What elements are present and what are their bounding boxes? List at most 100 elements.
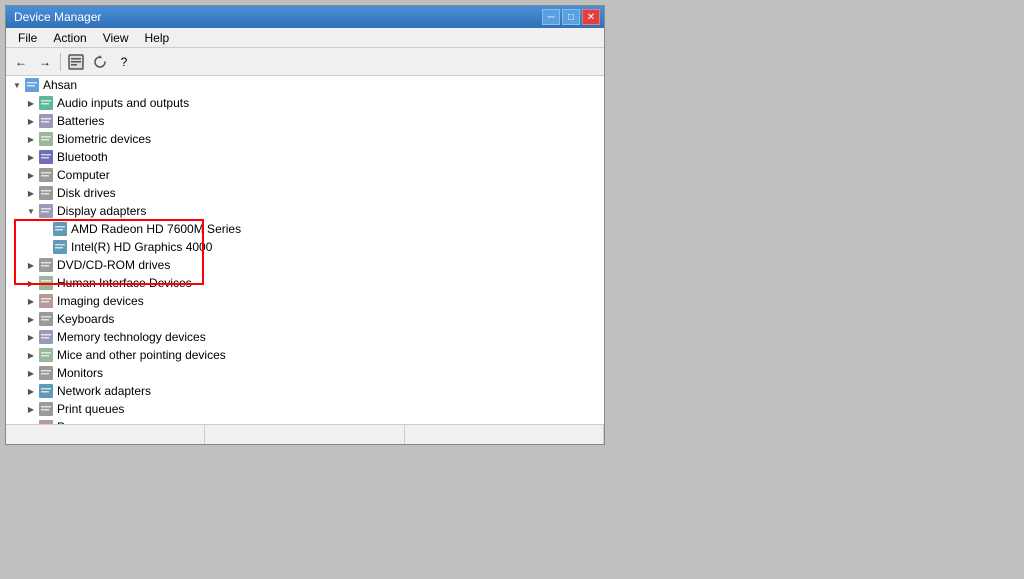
window-controls: ─ □ ✕ (542, 9, 600, 25)
node-icon-batteries (38, 113, 54, 129)
node-label-batteries: Batteries (57, 114, 104, 128)
node-icon-mice (38, 347, 54, 363)
node-icon-intel (52, 239, 68, 255)
status-bar (6, 424, 604, 444)
expand-icon-biometric[interactable]: ▶ (24, 132, 38, 146)
tree-item-displayadapters[interactable]: ▼ Display adapters (6, 202, 604, 220)
toolbar-separator (60, 53, 61, 71)
expand-icon-ahsan[interactable]: ▼ (10, 78, 24, 92)
back-button[interactable]: ← (10, 51, 32, 73)
tree-item-monitors[interactable]: ▶ Monitors (6, 364, 604, 382)
node-icon-audio (38, 95, 54, 111)
tree-item-keyboards[interactable]: ▶ Keyboards (6, 310, 604, 328)
expand-icon-amd[interactable] (38, 222, 52, 236)
tree-scroll[interactable]: ▼ Ahsan ▶ Audio inputs and outputs ▶ Batterie… (6, 76, 604, 424)
node-label-displayadapters: Display adapters (57, 204, 146, 218)
expand-icon-audio[interactable]: ▶ (24, 96, 38, 110)
tree-item-ahsan[interactable]: ▼ Ahsan (6, 76, 604, 94)
minimize-button[interactable]: ─ (542, 9, 560, 25)
node-icon-computer (38, 167, 54, 183)
node-icon-diskdrives (38, 185, 54, 201)
node-label-network: Network adapters (57, 384, 151, 398)
forward-button[interactable]: → (34, 51, 56, 73)
node-icon-memory (38, 329, 54, 345)
node-label-computer: Computer (57, 168, 110, 182)
tree-item-biometric[interactable]: ▶ Biometric devices (6, 130, 604, 148)
tree-item-processors[interactable]: ▶ Processors (6, 418, 604, 424)
node-label-biometric: Biometric devices (57, 132, 151, 146)
menu-action[interactable]: Action (45, 29, 94, 47)
node-label-monitors: Monitors (57, 366, 103, 380)
status-section-1 (6, 425, 205, 444)
expand-icon-processors[interactable]: ▶ (24, 420, 38, 424)
node-icon-amd (52, 221, 68, 237)
node-icon-monitors (38, 365, 54, 381)
tree-item-network[interactable]: ▶ Network adapters (6, 382, 604, 400)
help-button[interactable]: ? (113, 51, 135, 73)
node-label-ahsan: Ahsan (43, 78, 77, 92)
expand-icon-memory[interactable]: ▶ (24, 330, 38, 344)
tree-item-amd[interactable]: AMD Radeon HD 7600M Series (6, 220, 604, 238)
expand-icon-monitors[interactable]: ▶ (24, 366, 38, 380)
title-bar: Device Manager ─ □ ✕ (6, 6, 604, 28)
node-label-mice: Mice and other pointing devices (57, 348, 226, 362)
node-label-keyboards: Keyboards (57, 312, 114, 326)
menu-file[interactable]: File (10, 29, 45, 47)
tree-item-mice[interactable]: ▶ Mice and other pointing devices (6, 346, 604, 364)
tree-item-print[interactable]: ▶ Print queues (6, 400, 604, 418)
expand-icon-bluetooth[interactable]: ▶ (24, 150, 38, 164)
expand-icon-mice[interactable]: ▶ (24, 348, 38, 362)
node-label-processors: Processors (57, 420, 117, 424)
tree-item-imaging[interactable]: ▶ Imaging devices (6, 292, 604, 310)
expand-icon-diskdrives[interactable]: ▶ (24, 186, 38, 200)
expand-icon-intel[interactable] (38, 240, 52, 254)
expand-icon-dvd[interactable]: ▶ (24, 258, 38, 272)
expand-icon-network[interactable]: ▶ (24, 384, 38, 398)
node-icon-dvd (38, 257, 54, 273)
node-label-hid: Human Interface Devices (57, 276, 192, 290)
node-label-print: Print queues (57, 402, 124, 416)
tree-item-audio[interactable]: ▶ Audio inputs and outputs (6, 94, 604, 112)
node-icon-processors (38, 419, 54, 424)
node-label-audio: Audio inputs and outputs (57, 96, 189, 110)
tree-item-bluetooth[interactable]: ▶ Bluetooth (6, 148, 604, 166)
node-icon-imaging (38, 293, 54, 309)
node-label-imaging: Imaging devices (57, 294, 144, 308)
tree-item-batteries[interactable]: ▶ Batteries (6, 112, 604, 130)
node-icon-hid (38, 275, 54, 291)
expand-icon-computer[interactable]: ▶ (24, 168, 38, 182)
node-icon-biometric (38, 131, 54, 147)
node-label-amd: AMD Radeon HD 7600M Series (71, 222, 241, 236)
tree-item-memory[interactable]: ▶ Memory technology devices (6, 328, 604, 346)
node-icon-keyboards (38, 311, 54, 327)
properties-button[interactable] (65, 51, 87, 73)
expand-icon-print[interactable]: ▶ (24, 402, 38, 416)
tree-item-computer[interactable]: ▶ Computer (6, 166, 604, 184)
expand-icon-hid[interactable]: ▶ (24, 276, 38, 290)
tree-item-diskdrives[interactable]: ▶ Disk drives (6, 184, 604, 202)
menu-view[interactable]: View (95, 29, 137, 47)
tree-item-intel[interactable]: Intel(R) HD Graphics 4000 (6, 238, 604, 256)
refresh-button[interactable] (89, 51, 111, 73)
close-button[interactable]: ✕ (582, 9, 600, 25)
node-icon-network (38, 383, 54, 399)
menu-help[interactable]: Help (137, 29, 178, 47)
expand-icon-displayadapters[interactable]: ▼ (24, 204, 38, 218)
tree-panel: ▼ Ahsan ▶ Audio inputs and outputs ▶ Batterie… (6, 76, 604, 424)
node-icon-bluetooth (38, 149, 54, 165)
node-label-bluetooth: Bluetooth (57, 150, 108, 164)
expand-icon-batteries[interactable]: ▶ (24, 114, 38, 128)
maximize-button[interactable]: □ (562, 9, 580, 25)
menu-bar: File Action View Help (6, 28, 604, 48)
toolbar: ← → ? (6, 48, 604, 76)
node-label-memory: Memory technology devices (57, 330, 206, 344)
node-icon-ahsan (24, 77, 40, 93)
expand-icon-keyboards[interactable]: ▶ (24, 312, 38, 326)
node-label-intel: Intel(R) HD Graphics 4000 (71, 240, 212, 254)
tree-item-hid[interactable]: ▶ Human Interface Devices (6, 274, 604, 292)
node-label-dvd: DVD/CD-ROM drives (57, 258, 170, 272)
status-section-2 (205, 425, 404, 444)
tree-item-dvd[interactable]: ▶ DVD/CD-ROM drives (6, 256, 604, 274)
expand-icon-imaging[interactable]: ▶ (24, 294, 38, 308)
node-label-diskdrives: Disk drives (57, 186, 116, 200)
